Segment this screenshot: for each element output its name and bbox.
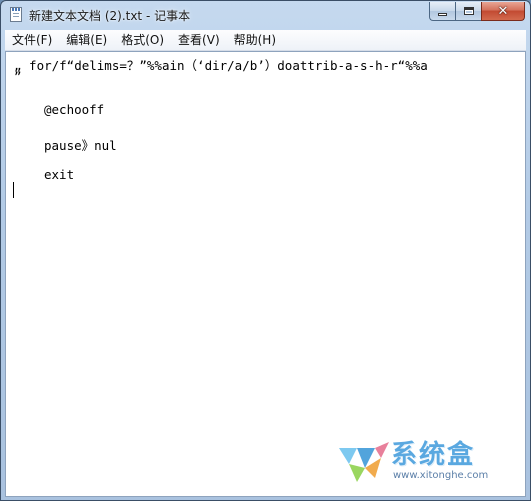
text-line: „ for/f“delims=？”%%ain（‘dir/a/b’）doattri… bbox=[14, 58, 428, 73]
minimize-button[interactable] bbox=[429, 2, 455, 21]
maximize-icon bbox=[463, 7, 474, 15]
watermark-brand: 系统盒 bbox=[391, 440, 476, 470]
maximize-button[interactable] bbox=[455, 2, 481, 21]
menu-format[interactable]: 格式(O) bbox=[114, 30, 171, 50]
text-caret bbox=[13, 182, 14, 198]
text-line: ” bbox=[14, 69, 22, 84]
text-line: exit bbox=[44, 167, 75, 182]
window-title: 新建文本文档 (2).txt - 记事本 bbox=[29, 9, 191, 23]
menu-file[interactable]: 文件(F) bbox=[5, 30, 59, 50]
close-icon: ✕ bbox=[497, 3, 509, 19]
menu-bar: 文件(F) 编辑(E) 格式(O) 查看(V) 帮助(H) bbox=[5, 30, 526, 51]
window-controls: ✕ bbox=[429, 2, 525, 21]
menu-edit[interactable]: 编辑(E) bbox=[59, 30, 114, 50]
menu-help[interactable]: 帮助(H) bbox=[227, 30, 283, 50]
watermark: 系统盒 www.xitonghe.com bbox=[335, 430, 515, 490]
minimize-icon bbox=[438, 12, 447, 16]
notepad-window: 新建文本文档 (2).txt - 记事本 ✕ 文件(F) 编辑(E) 格式(O)… bbox=[0, 0, 531, 501]
close-button[interactable]: ✕ bbox=[481, 2, 525, 21]
watermark-logo-icon bbox=[339, 442, 389, 482]
text-line: pause》nul bbox=[44, 138, 117, 153]
notepad-icon[interactable] bbox=[10, 7, 22, 22]
text-editor[interactable]: „ for/f“delims=？”%%ain（‘dir/a/b’）doattri… bbox=[5, 51, 526, 497]
text-line: @echooff bbox=[44, 102, 105, 117]
menu-view[interactable]: 查看(V) bbox=[171, 30, 227, 50]
title-bar[interactable]: 新建文本文档 (2).txt - 记事本 ✕ bbox=[1, 1, 530, 30]
watermark-url: www.xitonghe.com bbox=[393, 470, 489, 481]
